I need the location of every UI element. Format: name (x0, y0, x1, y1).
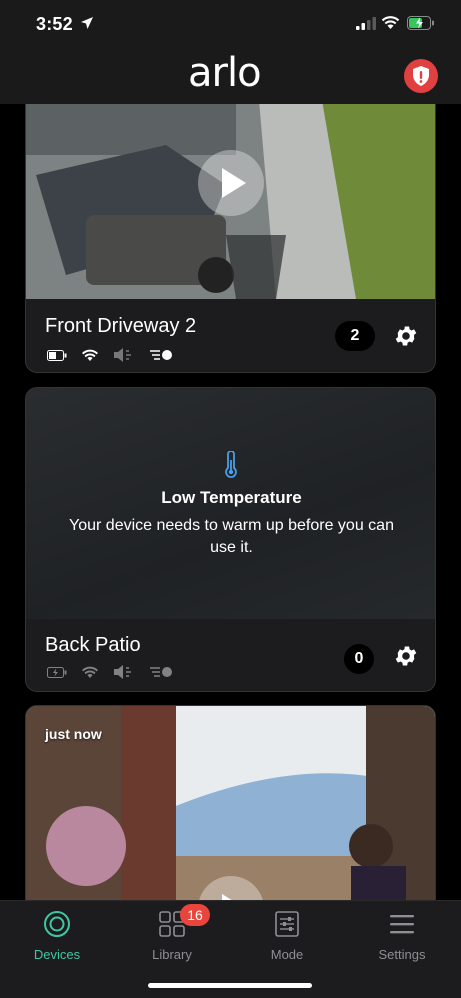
tab-bar: Devices Library 16 Mode Settings (0, 900, 461, 998)
audio-muted-icon (114, 348, 131, 362)
play-button[interactable] (198, 150, 264, 216)
timestamp-label: just now (45, 726, 102, 742)
tab-mode[interactable]: Mode (237, 909, 337, 962)
status-time: 3:52 (36, 14, 73, 34)
shield-alert-icon[interactable] (404, 59, 438, 93)
hamburger-menu-icon (387, 909, 417, 939)
device-card-front-door[interactable]: just now (25, 705, 436, 900)
tab-label: Settings (378, 947, 426, 962)
clip-count-badge[interactable]: 2 (335, 321, 375, 351)
device-status-icons (47, 347, 173, 363)
camera-feed-thumbnail[interactable] (26, 104, 435, 299)
devices-icon (42, 909, 72, 939)
tab-label: Mode (270, 947, 304, 962)
notice-title: Low Temperature (161, 488, 302, 507)
thermometer-icon (225, 451, 237, 478)
tab-label: Library (152, 947, 192, 962)
notice-message: Your device needs to warm up before you … (69, 517, 394, 556)
device-name: Back Patio (45, 634, 141, 656)
tab-label: Devices (33, 947, 81, 962)
motion-sensitivity-icon (150, 667, 172, 677)
device-card-front-driveway[interactable]: Front Driveway 2 2 (25, 104, 436, 373)
signal-icon (356, 17, 376, 30)
battery-charging-icon (407, 16, 434, 30)
device-list[interactable]: Front Driveway 2 2 Low Temperature Your … (0, 104, 461, 900)
wifi-icon (381, 16, 400, 29)
motion-sensitivity-icon (150, 350, 172, 360)
wifi-icon (82, 349, 98, 361)
camera-feed-thumbnail[interactable]: just now (26, 706, 435, 900)
wifi-icon (82, 666, 98, 678)
device-status-icons (47, 664, 173, 680)
device-name: Front Driveway 2 (45, 315, 197, 337)
home-indicator[interactable] (148, 983, 312, 988)
mode-sliders-icon (272, 909, 302, 939)
play-icon (222, 168, 246, 198)
app-header: arlo (0, 48, 461, 104)
battery-charging-icon (47, 666, 67, 678)
arlo-logo: arlo (188, 50, 262, 96)
tab-devices[interactable]: Devices (7, 909, 107, 962)
device-card-back-patio[interactable]: Low Temperature Your device needs to war… (25, 387, 436, 692)
battery-icon (47, 349, 67, 361)
library-count-badge: 16 (180, 904, 210, 926)
camera-feed-unavailable: Low Temperature Your device needs to war… (26, 388, 435, 619)
gear-icon[interactable] (393, 323, 419, 349)
location-arrow-icon (81, 17, 93, 29)
audio-muted-icon (114, 665, 131, 679)
gear-icon[interactable] (393, 643, 419, 669)
clip-count-badge[interactable]: 0 (344, 644, 374, 674)
status-bar: 3:52 (0, 0, 461, 48)
tab-settings[interactable]: Settings (352, 909, 452, 962)
